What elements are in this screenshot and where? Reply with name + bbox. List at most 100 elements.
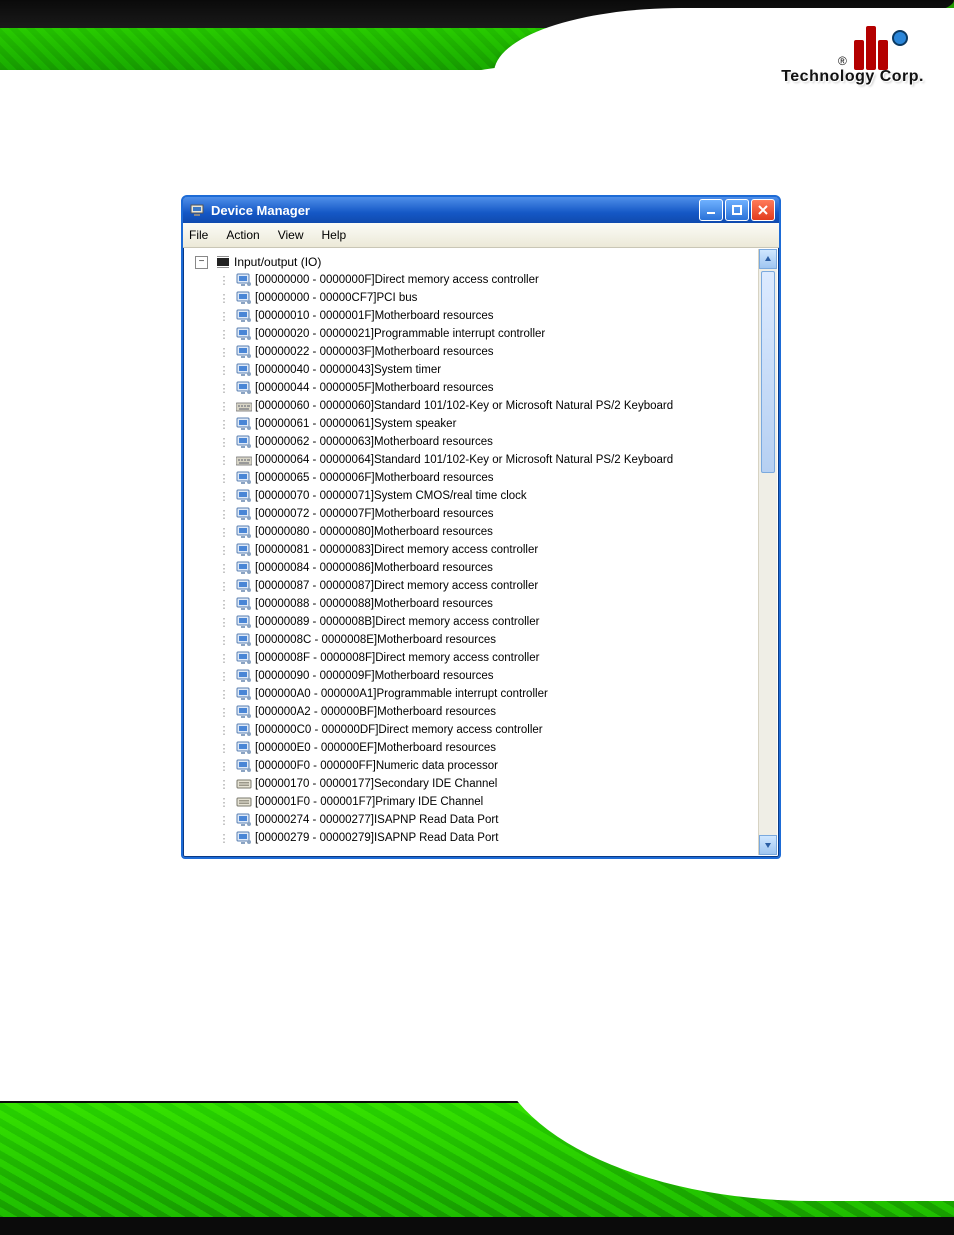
computer-icon xyxy=(235,578,253,594)
tree-item[interactable]: ⋮[00000081 - 00000083] Direct memory acc… xyxy=(185,541,758,559)
menu-help[interactable]: Help xyxy=(322,228,347,242)
tree-branch-glyph: ⋮ xyxy=(213,346,235,359)
tree-item[interactable]: ⋮[00000022 - 0000003F] Motherboard resou… xyxy=(185,343,758,361)
titlebar[interactable]: Device Manager xyxy=(183,197,779,223)
tree-branch-glyph: ⋮ xyxy=(213,508,235,521)
tree-item[interactable]: ⋮[000000E0 - 000000EF] Motherboard resou… xyxy=(185,739,758,757)
minimize-button[interactable] xyxy=(699,199,723,221)
tree-item[interactable]: ⋮[000001F0 - 000001F7] Primary IDE Chann… xyxy=(185,793,758,811)
tree-item[interactable]: ⋮[00000279 - 00000279] ISAPNP Read Data … xyxy=(185,829,758,847)
tree-branch-glyph: ⋮ xyxy=(213,616,235,629)
menu-action[interactable]: Action xyxy=(226,228,259,242)
tree-item[interactable]: ⋮[00000064 - 00000064] Standard 101/102-… xyxy=(185,451,758,469)
tree-item[interactable]: ⋮[000000A2 - 000000BF] Motherboard resou… xyxy=(185,703,758,721)
menu-view[interactable]: View xyxy=(278,228,304,242)
io-range: [00000061 - 00000061] xyxy=(255,418,374,430)
scroll-down-button[interactable] xyxy=(759,835,777,855)
tree-branch-glyph: ⋮ xyxy=(213,382,235,395)
tree-branch-glyph: ⋮ xyxy=(213,472,235,485)
tree-branch-glyph: ⋮ xyxy=(213,526,235,539)
tree-item[interactable]: ⋮[00000080 - 00000080] Motherboard resou… xyxy=(185,523,758,541)
tree-branch-glyph: ⋮ xyxy=(213,634,235,647)
tree-item[interactable]: ⋮[00000088 - 00000088] Motherboard resou… xyxy=(185,595,758,613)
tree-branch-glyph: ⋮ xyxy=(213,454,235,467)
io-range: [00000065 - 0000006F] xyxy=(255,472,375,484)
computer-icon xyxy=(235,668,253,684)
device-label: Motherboard resources xyxy=(375,472,494,484)
tree-item[interactable]: ⋮[00000084 - 00000086] Motherboard resou… xyxy=(185,559,758,577)
tree-item[interactable]: ⋮[00000044 - 0000005F] Motherboard resou… xyxy=(185,379,758,397)
tree-item[interactable]: ⋮[000000A0 - 000000A1] Programmable inte… xyxy=(185,685,758,703)
tree-item[interactable]: ⋮[000000C0 - 000000DF] Direct memory acc… xyxy=(185,721,758,739)
tree-item[interactable]: ⋮[00000000 - 00000CF7] PCI bus xyxy=(185,289,758,307)
tree-item[interactable]: ⋮[00000060 - 00000060] Standard 101/102-… xyxy=(185,397,758,415)
io-range: [00000040 - 00000043] xyxy=(255,364,374,376)
computer-icon xyxy=(235,524,253,540)
tree-branch-glyph: ⋮ xyxy=(213,580,235,593)
io-range: [00000170 - 00000177] xyxy=(255,778,374,790)
tree-item[interactable]: ⋮[00000061 - 00000061] System speaker xyxy=(185,415,758,433)
tree-item[interactable]: ⋮[00000070 - 00000071] System CMOS/real … xyxy=(185,487,758,505)
tree-branch-glyph: ⋮ xyxy=(213,562,235,575)
device-label: Motherboard resources xyxy=(374,526,493,538)
tree-item[interactable]: ⋮[00000274 - 00000277] ISAPNP Read Data … xyxy=(185,811,758,829)
tree-item[interactable]: ⋮ [00000065 - 0000006F] Motherboard resou… xyxy=(185,469,758,487)
device-label: System CMOS/real time clock xyxy=(374,490,527,502)
tree-item[interactable]: ⋮[0000008F - 0000008F] Direct memory acc… xyxy=(185,649,758,667)
io-range: [00000072 - 0000007F] xyxy=(255,508,375,520)
tree-item[interactable]: ⋮ [00000072 - 0000007F] Motherboard resou… xyxy=(185,505,758,523)
computer-icon xyxy=(235,686,253,702)
computer-icon xyxy=(235,740,253,756)
menu-file[interactable]: File xyxy=(189,228,208,242)
scroll-up-button[interactable] xyxy=(759,249,777,269)
registered-mark: ® xyxy=(838,54,847,68)
tree-view[interactable]: − Input/output (IO) ⋮[00000000 - 0000000… xyxy=(185,249,758,855)
computer-icon xyxy=(235,632,253,648)
computer-icon xyxy=(235,434,253,450)
device-label: Motherboard resources xyxy=(375,310,494,322)
tree-item[interactable]: ⋮[0000008C - 0000008E] Motherboard resou… xyxy=(185,631,758,649)
tree-branch-glyph: ⋮ xyxy=(213,418,235,431)
tree-branch-glyph: ⋮ xyxy=(213,706,235,719)
scrollbar-thumb[interactable] xyxy=(761,271,775,473)
window-title: Device Manager xyxy=(211,203,310,218)
tree-item[interactable]: ⋮[00000010 - 0000001F] Motherboard resou… xyxy=(185,307,758,325)
device-label: Secondary IDE Channel xyxy=(374,778,497,790)
tree-item[interactable]: ⋮[00000090 - 0000009F] Motherboard resou… xyxy=(185,667,758,685)
tree-item[interactable]: ⋮[00000000 - 0000000F] Direct memory acc… xyxy=(185,271,758,289)
tree-branch-glyph: ⋮ xyxy=(213,778,235,791)
tree-branch-glyph: ⋮ xyxy=(213,436,235,449)
tree-item[interactable]: ⋮[00000089 - 0000008B] Direct memory acc… xyxy=(185,613,758,631)
tree-branch-glyph: ⋮ xyxy=(213,724,235,737)
io-range: [00000089 - 0000008B] xyxy=(255,616,375,628)
computer-icon xyxy=(235,470,253,486)
tree-branch-glyph: ⋮ xyxy=(213,598,235,611)
tree-branch-glyph: ⋮ xyxy=(213,292,235,305)
expand-toggle[interactable]: − xyxy=(195,256,208,269)
computer-icon xyxy=(235,560,253,576)
vertical-scrollbar[interactable] xyxy=(758,249,777,855)
computer-icon xyxy=(235,416,253,432)
tree-item[interactable]: ⋮ [00000170 - 00000177] Secondary IDE Cha… xyxy=(185,775,758,793)
device-label: Numeric data processor xyxy=(376,760,498,772)
tree-item[interactable]: ⋮[000000F0 - 000000FF] Numeric data proc… xyxy=(185,757,758,775)
tree-item[interactable]: ⋮[00000040 - 00000043] System timer xyxy=(185,361,758,379)
tree-item[interactable]: ⋮[00000062 - 00000063] Motherboard resou… xyxy=(185,433,758,451)
tree-item[interactable]: ⋮[00000020 - 00000021] Programmable inte… xyxy=(185,325,758,343)
chip-icon xyxy=(214,254,232,270)
footer-dark-strip xyxy=(0,1217,954,1235)
tree-branch-glyph: ⋮ xyxy=(213,688,235,701)
io-range: [000000E0 - 000000EF] xyxy=(255,742,377,754)
device-label: Motherboard resources xyxy=(375,508,494,520)
close-button[interactable] xyxy=(751,199,775,221)
tree-root[interactable]: − Input/output (IO) xyxy=(185,253,758,271)
maximize-button[interactable] xyxy=(725,199,749,221)
tree-branch-glyph: ⋮ xyxy=(213,310,235,323)
tree-item[interactable]: ⋮[00000087 - 00000087] Direct memory acc… xyxy=(185,577,758,595)
tree-branch-glyph: ⋮ xyxy=(213,832,235,845)
device-label: Standard 101/102-Key or Microsoft Natura… xyxy=(374,454,673,466)
computer-icon xyxy=(235,542,253,558)
keyboard-icon xyxy=(235,398,253,414)
ide-icon xyxy=(235,794,253,810)
menubar: File Action View Help xyxy=(183,223,779,248)
